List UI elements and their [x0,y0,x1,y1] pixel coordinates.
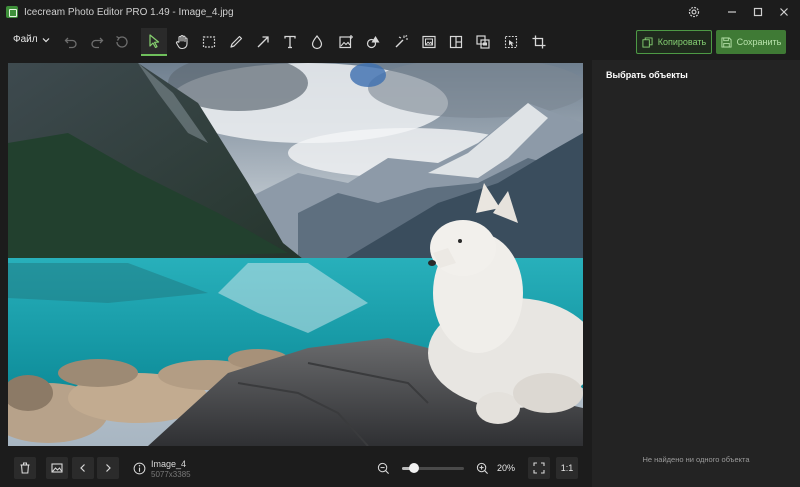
zoom-slider-handle[interactable] [409,463,420,473]
panel-empty-message: Не найдено ни одного объекта [642,455,750,464]
info-icon[interactable] [128,457,150,479]
save-icon [721,36,732,48]
crop-icon[interactable] [526,28,552,56]
minimize-icon[interactable] [720,0,744,24]
zoom-percent: 20% [497,463,516,473]
toolbar: Файл Копировать Сохранить [0,24,800,60]
file-name: Image_4 [151,459,187,469]
copy-button[interactable]: Копировать [636,30,712,54]
chevron-down-icon [42,37,50,42]
zoom-out-icon[interactable] [372,457,394,479]
save-button-label: Сохранить [736,37,782,47]
reset-icon[interactable] [109,28,135,56]
frame-icon[interactable] [416,28,442,56]
file-dimensions: 5077x3385 [151,470,191,479]
brush-icon[interactable] [223,28,249,56]
zoom-in-icon[interactable] [471,457,493,479]
marquee-icon[interactable] [196,28,222,56]
file-menu[interactable]: Файл [13,34,50,45]
arrow-icon[interactable] [250,28,276,56]
bottom-bar: Image_4 5077x3385 20% 1:1 [0,452,592,487]
delete-icon[interactable] [14,457,36,479]
copy-button-label: Копировать [657,37,707,47]
close-icon[interactable] [772,0,796,24]
undo-icon[interactable] [58,28,84,56]
layers-icon[interactable] [470,28,496,56]
drop-icon[interactable] [304,28,330,56]
canvas-area[interactable] [0,60,592,452]
app-logo-icon [6,6,18,18]
gallery-icon[interactable] [46,457,68,479]
file-menu-label: Файл [13,34,38,45]
shapes-icon[interactable] [360,28,386,56]
save-button[interactable]: Сохранить [716,30,786,54]
title-bar: Icecream Photo Editor PRO 1.49 - Image_4… [0,0,800,24]
text-icon[interactable] [277,28,303,56]
select-cursor-icon[interactable] [141,28,167,56]
next-image-icon[interactable] [97,457,119,479]
split-icon[interactable] [443,28,469,56]
window-title: Icecream Photo Editor PRO 1.49 - Image_4… [24,6,234,18]
maximize-icon[interactable] [746,0,770,24]
fit-to-screen-icon[interactable] [528,457,550,479]
copy-icon [642,36,653,48]
magic-wand-icon[interactable] [388,28,414,56]
panel-title: Выбрать объекты [606,70,688,80]
hand-icon[interactable] [169,28,195,56]
actual-size-button[interactable]: 1:1 [556,457,578,479]
redo-icon[interactable] [84,28,110,56]
crop-select-icon[interactable] [498,28,524,56]
previous-image-icon[interactable] [72,457,94,479]
objects-panel: Выбрать объекты Не найдено ни одного объ… [592,60,800,487]
zoom-slider[interactable] [402,463,464,473]
settings-gear-icon[interactable] [682,0,706,24]
image-plus-icon[interactable] [333,28,359,56]
photo-canvas[interactable] [8,63,583,446]
